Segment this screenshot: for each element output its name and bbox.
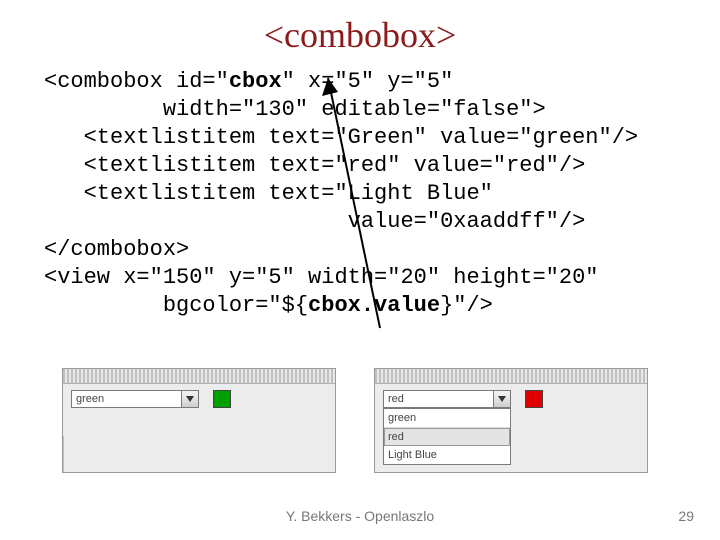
code-line-8: <view x="150" y="5" width="20" height="2… — [44, 265, 599, 290]
color-swatch — [213, 390, 231, 408]
combobox-text: red — [384, 391, 493, 407]
code-line-5: <textlistitem text="Light Blue" — [44, 181, 493, 206]
code-expr-cboxvalue: cbox.value — [308, 293, 440, 318]
combobox[interactable]: red — [383, 390, 511, 408]
demo-window-left: green — [62, 368, 336, 473]
code-line-2: width="130" editable="false"> — [44, 97, 546, 122]
combobox-text: green — [72, 391, 181, 407]
client-area: red green red Light Blue — [375, 384, 647, 472]
list-item[interactable]: Light Blue — [384, 446, 510, 464]
code-line-7: </combobox> — [44, 237, 189, 262]
code-line-4: <textlistitem text="red" value="red"/> — [44, 153, 585, 178]
code-line-9c: }"/> — [440, 293, 493, 318]
combobox[interactable]: green — [71, 390, 199, 408]
color-swatch — [525, 390, 543, 408]
code-line-1a: <combobox id=" — [44, 69, 229, 94]
code-block: <combobox id="cbox" x="5" y="5" width="1… — [44, 68, 684, 320]
code-line-9a: bgcolor="${ — [44, 293, 308, 318]
code-line-3: <textlistitem text="Green" value="green"… — [44, 125, 638, 150]
list-item[interactable]: red — [384, 428, 510, 446]
demo-screenshots: green red green — [62, 368, 648, 473]
footer-author: Y. Bekkers - Openlaszlo — [0, 508, 720, 524]
list-item[interactable]: green — [384, 409, 510, 428]
code-line-6: value="0xaaddff"/> — [44, 209, 585, 234]
combobox-dropdown[interactable]: green red Light Blue — [383, 408, 511, 465]
chevron-down-icon — [186, 396, 194, 402]
code-line-1c: " x="5" y="5" — [282, 69, 454, 94]
slide: <combobox> <combobox id="cbox" x="5" y="… — [0, 0, 720, 540]
chevron-down-icon — [498, 396, 506, 402]
code-id-cbox: cbox — [229, 69, 282, 94]
slide-title: <combobox> — [0, 14, 720, 56]
demo-window-right: red green red Light Blue — [374, 368, 648, 473]
footer-page-number: 29 — [678, 508, 694, 524]
combobox-button[interactable] — [181, 391, 198, 407]
client-area: green — [63, 384, 335, 436]
titlebar — [375, 369, 647, 384]
titlebar — [63, 369, 335, 384]
combobox-button[interactable] — [493, 391, 510, 407]
